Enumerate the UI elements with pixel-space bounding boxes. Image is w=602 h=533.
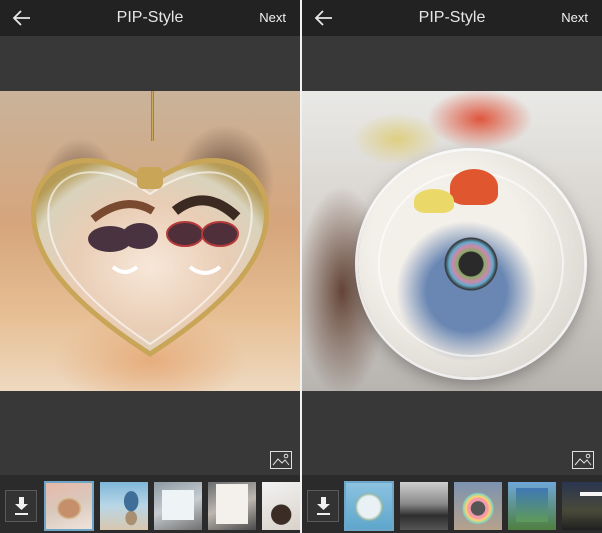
image-icon	[270, 451, 292, 469]
page-title: PIP-Style	[418, 9, 486, 26]
gallery-button[interactable]	[572, 451, 594, 469]
back-button[interactable]	[312, 6, 336, 30]
download-frames-button[interactable]	[307, 490, 339, 522]
frame-thumbnail-strip	[302, 475, 602, 533]
image-icon	[572, 451, 594, 469]
arrow-left-icon	[314, 10, 332, 26]
thumbnail-monochrome-room-frame[interactable]	[400, 482, 448, 530]
download-frames-button[interactable]	[5, 490, 37, 522]
heart-pendant-frame	[25, 139, 275, 361]
thumbnail-hourglass-frame[interactable]	[100, 482, 148, 530]
thumbnail-magnifier-frame[interactable]	[262, 482, 300, 530]
thumbnail-heart-pendant-frame[interactable]	[44, 481, 94, 531]
frame-thumbnail-strip	[0, 475, 300, 533]
pip-style-screen-right: PIP-Style Next	[302, 0, 602, 533]
thumbnail-cd-disc-frame[interactable]	[344, 481, 394, 531]
photo-preview[interactable]	[0, 91, 300, 391]
photo-detail-yellow-beanie	[414, 189, 454, 213]
next-button[interactable]: Next	[561, 10, 588, 25]
download-icon	[317, 497, 330, 515]
arrow-left-icon	[12, 10, 30, 26]
pendant-string	[151, 91, 154, 141]
gallery-button[interactable]	[270, 451, 292, 469]
download-icon	[15, 497, 28, 515]
thumbnail-polaroid-sunset-frame[interactable]	[562, 482, 602, 530]
app-bar: PIP-Style Next	[0, 0, 300, 36]
photo-preview[interactable]	[302, 91, 602, 391]
next-button[interactable]: Next	[259, 10, 286, 25]
thumbnail-flower-circle-frame[interactable]	[454, 482, 502, 530]
thumbnail-stamp-frame-hand[interactable]	[508, 482, 556, 530]
photo-detail-red-beanie	[450, 169, 498, 205]
pip-style-screen-left: PIP-Style Next	[0, 0, 300, 533]
app-bar: PIP-Style Next	[302, 0, 602, 36]
back-button[interactable]	[10, 6, 34, 30]
page-title: PIP-Style	[116, 9, 184, 26]
thumbnail-photo-square-frame[interactable]	[154, 482, 202, 530]
thumbnail-polaroid-lips-frame[interactable]	[208, 482, 256, 530]
